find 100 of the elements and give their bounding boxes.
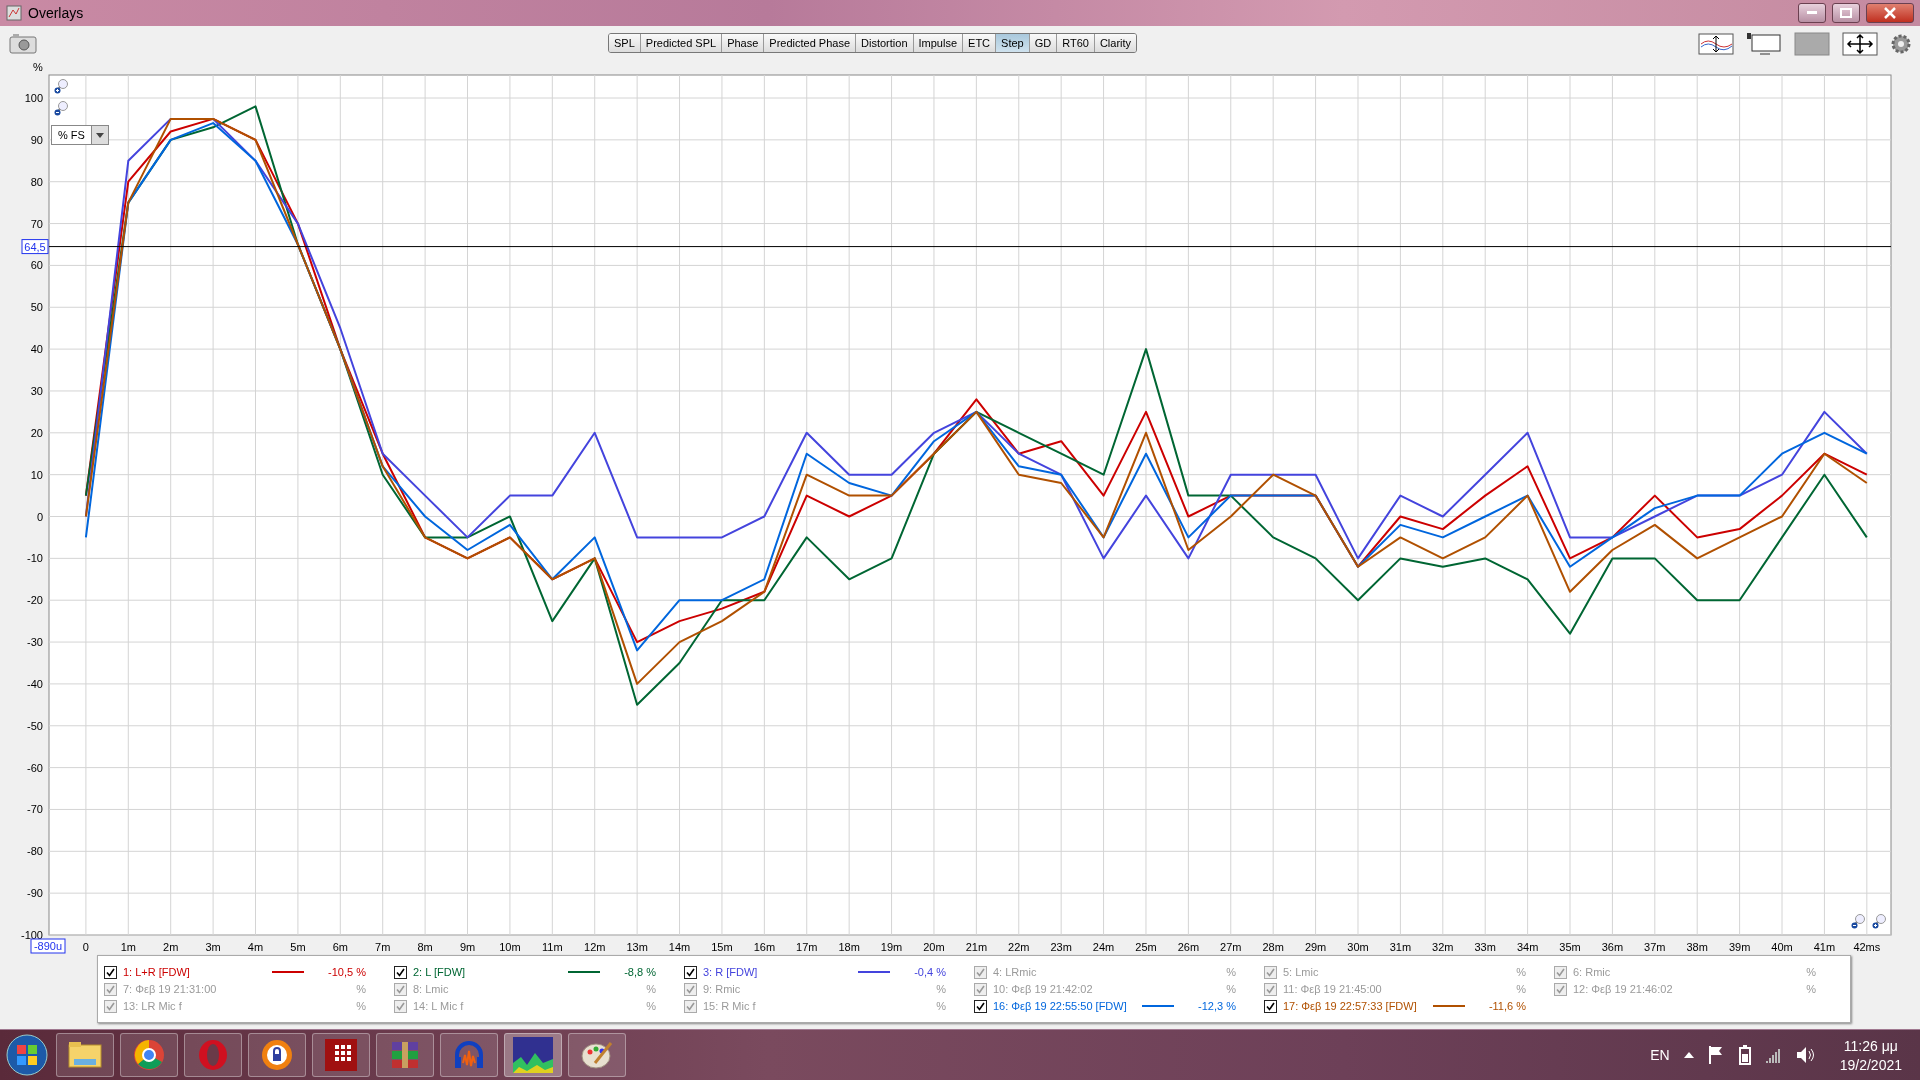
view-tab[interactable]: RT60	[1057, 34, 1095, 52]
legend-label: 3: R [FDW]	[703, 966, 759, 978]
legend-value: %	[936, 983, 946, 995]
camera-button[interactable]	[8, 33, 38, 55]
legend-value: %	[646, 1000, 656, 1012]
legend-label: 17: Φεβ 19 22:57:33 [FDW]	[1283, 1000, 1418, 1012]
checkbox[interactable]	[684, 965, 697, 979]
browser-app-button[interactable]	[248, 1033, 306, 1077]
overlay-graph-button[interactable]	[1698, 32, 1734, 56]
scale-dropdown[interactable]: % FS	[51, 125, 109, 145]
battery-icon[interactable]	[1737, 1045, 1752, 1065]
axis-label: -10	[27, 552, 43, 565]
axis-label: 22m	[1008, 941, 1030, 953]
legend-value: %	[1806, 966, 1816, 978]
axis-label: 40m	[1771, 941, 1793, 953]
zoom-out-button[interactable]	[1850, 913, 1868, 931]
dot-grid-icon	[325, 1039, 357, 1071]
legend-label: 1: L+R [FDW]	[123, 966, 191, 978]
legend-label: 15: R Mic f	[703, 1000, 757, 1012]
axis-label: 50	[30, 301, 43, 314]
axis-label: 16m	[753, 941, 776, 953]
legend-label: 7: Φεβ 19 21:31:00	[123, 983, 218, 995]
paint-app-button[interactable]	[568, 1033, 626, 1077]
legend-label: 8: Lmic	[413, 983, 450, 995]
view-tab[interactable]: SPL	[609, 34, 641, 52]
signal-icon[interactable]	[1765, 1047, 1782, 1063]
axis-label: 24m	[1092, 941, 1115, 953]
legend-value: %	[1516, 983, 1526, 995]
checkbox[interactable]	[104, 965, 117, 979]
audio-app-button[interactable]	[440, 1033, 498, 1077]
checkbox[interactable]	[974, 999, 987, 1013]
flag-icon[interactable]	[1707, 1046, 1724, 1064]
axis-label: 31m	[1389, 941, 1412, 953]
axis-label: 15m	[711, 941, 733, 953]
zoom-in-button[interactable]	[53, 78, 71, 96]
axis-label: 30m	[1347, 941, 1369, 953]
minimize-icon	[1807, 11, 1817, 15]
legend-value: %	[646, 983, 656, 995]
close-button[interactable]	[1866, 3, 1914, 23]
cursor-line[interactable]	[48, 246, 1892, 248]
axis-label: 13m	[626, 941, 648, 953]
language-indicator[interactable]: EN	[1650, 1047, 1670, 1063]
axis-label: 10	[30, 468, 43, 481]
folder-app-button[interactable]	[56, 1033, 114, 1077]
window-layout-button[interactable]	[1746, 32, 1782, 56]
close-icon	[1884, 7, 1896, 19]
legend-label: 9: Rmic	[703, 983, 742, 995]
ring-icon	[197, 1039, 229, 1071]
view-tab[interactable]: Predicted Phase	[764, 34, 857, 52]
checkbox[interactable]	[394, 965, 407, 979]
x-start-label: -890u	[30, 938, 66, 954]
start-button[interactable]	[4, 1032, 50, 1078]
axis-label: 34m	[1516, 941, 1539, 953]
axis-label: 26m	[1177, 941, 1200, 953]
legend-value: -8,8 %	[624, 966, 656, 978]
axis-label: 35m	[1559, 941, 1581, 953]
fit-arrows-button[interactable]	[1842, 32, 1878, 56]
axis-label: 9m	[459, 941, 476, 953]
app-button[interactable]	[312, 1033, 370, 1077]
zoom-in-button[interactable]	[1871, 913, 1889, 931]
measurement-app-button[interactable]	[504, 1033, 562, 1077]
legend-label: 12: Φεβ 19 21:46:02	[1573, 983, 1674, 995]
palette-icon	[581, 1039, 613, 1071]
axis-label: 32m	[1432, 941, 1454, 953]
axis-label: 4m	[247, 941, 264, 953]
view-tab[interactable]: Distortion	[856, 34, 914, 52]
speaker-icon[interactable]	[1795, 1046, 1816, 1064]
archive-app-button[interactable]	[376, 1033, 434, 1077]
headphones-icon	[453, 1039, 485, 1071]
view-tab[interactable]: Predicted SPL	[640, 34, 723, 52]
up-arrow-icon[interactable]	[1683, 1052, 1694, 1058]
minimize-button[interactable]	[1798, 3, 1826, 23]
zoom-out-button[interactable]	[53, 100, 71, 118]
legend-label: 6: Rmic	[1573, 966, 1612, 978]
legend-label: 2: L [FDW]	[413, 966, 467, 978]
legend-label: 4: LRmic	[993, 966, 1038, 978]
round-logo-icon	[133, 1039, 165, 1071]
browser-app-button[interactable]	[120, 1033, 178, 1077]
axis-label: 11m	[542, 941, 563, 953]
legend-value: %	[1226, 983, 1236, 995]
view-tab[interactable]: Step	[996, 34, 1030, 52]
view-tab[interactable]: GD	[1029, 34, 1058, 52]
legend-value: %	[1516, 966, 1526, 978]
view-tab[interactable]: ETC	[963, 34, 997, 52]
axis-label: -40	[27, 677, 43, 690]
books-icon	[389, 1039, 421, 1071]
legend-value: %	[936, 1000, 946, 1012]
view-tab[interactable]: Impulse	[913, 34, 964, 52]
legend-value: %	[1806, 983, 1816, 995]
maximize-button[interactable]	[1832, 3, 1860, 23]
axis-label: 36m	[1601, 941, 1624, 953]
view-tab[interactable]: Clarity	[1094, 34, 1137, 52]
cursor-label: 64,5	[21, 239, 49, 255]
checkbox[interactable]	[1264, 999, 1277, 1013]
settings-icon[interactable]	[1890, 33, 1912, 55]
view-tab[interactable]: Phase	[722, 34, 765, 52]
axis-label: 23m	[1050, 941, 1072, 953]
legend-label: 16: Φεβ 19 22:55:50 [FDW]	[993, 1000, 1128, 1012]
axis-label: -90	[27, 887, 43, 900]
axis-label: -100	[20, 929, 43, 941]
